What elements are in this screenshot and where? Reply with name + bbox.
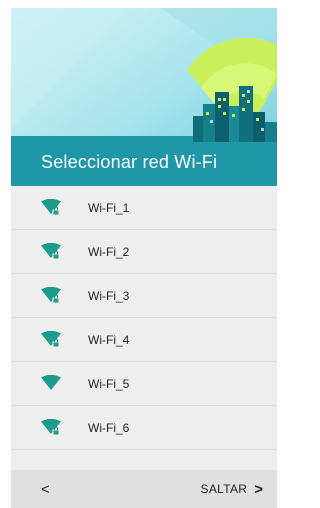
- wifi-network-list: Wi-Fi_1 Wi-Fi_2 Wi-Fi_3 Wi-Fi_4 Wi-Fi_5 …: [11, 186, 277, 450]
- skip-button[interactable]: SALTAR >: [201, 470, 263, 508]
- wifi-icon: [41, 374, 61, 390]
- wifi-ssid-label: Wi-Fi_4: [88, 332, 130, 347]
- navigation-footer: < SALTAR >: [11, 470, 277, 508]
- wifi-network-item[interactable]: Wi-Fi_6: [11, 406, 277, 450]
- wifi-network-item[interactable]: Wi-Fi_1: [11, 186, 277, 230]
- back-button[interactable]: <: [37, 470, 54, 508]
- wifi-ssid-label: Wi-Fi_6: [88, 420, 130, 435]
- wifi-ssid-label: Wi-Fi_1: [88, 200, 130, 215]
- wifi-ssid-label: Wi-Fi_2: [88, 244, 130, 259]
- wifi-network-item[interactable]: Wi-Fi_5: [11, 362, 277, 406]
- wifi-network-item[interactable]: Wi-Fi_3: [11, 274, 277, 318]
- wifi-lock-icon: [41, 418, 61, 435]
- wifi-ssid-label: Wi-Fi_3: [88, 288, 130, 303]
- wifi-lock-icon: [41, 198, 61, 215]
- setup-screen: Seleccionar red Wi-Fi Wi-Fi_1 Wi-Fi_2 Wi…: [11, 8, 277, 508]
- wifi-network-item[interactable]: Wi-Fi_2: [11, 230, 277, 274]
- page-title: Seleccionar red Wi-Fi: [41, 152, 218, 172]
- wifi-network-item[interactable]: Wi-Fi_4: [11, 318, 277, 362]
- chevron-right-icon: >: [254, 480, 263, 498]
- header-banner: Seleccionar red Wi-Fi: [11, 8, 277, 186]
- chevron-left-icon: <: [41, 480, 50, 498]
- wifi-lock-icon: [41, 330, 61, 347]
- wifi-lock-icon: [41, 242, 61, 259]
- skip-label: SALTAR: [200, 482, 248, 496]
- wifi-ssid-label: Wi-Fi_5: [88, 376, 130, 391]
- wifi-lock-icon: [41, 286, 61, 303]
